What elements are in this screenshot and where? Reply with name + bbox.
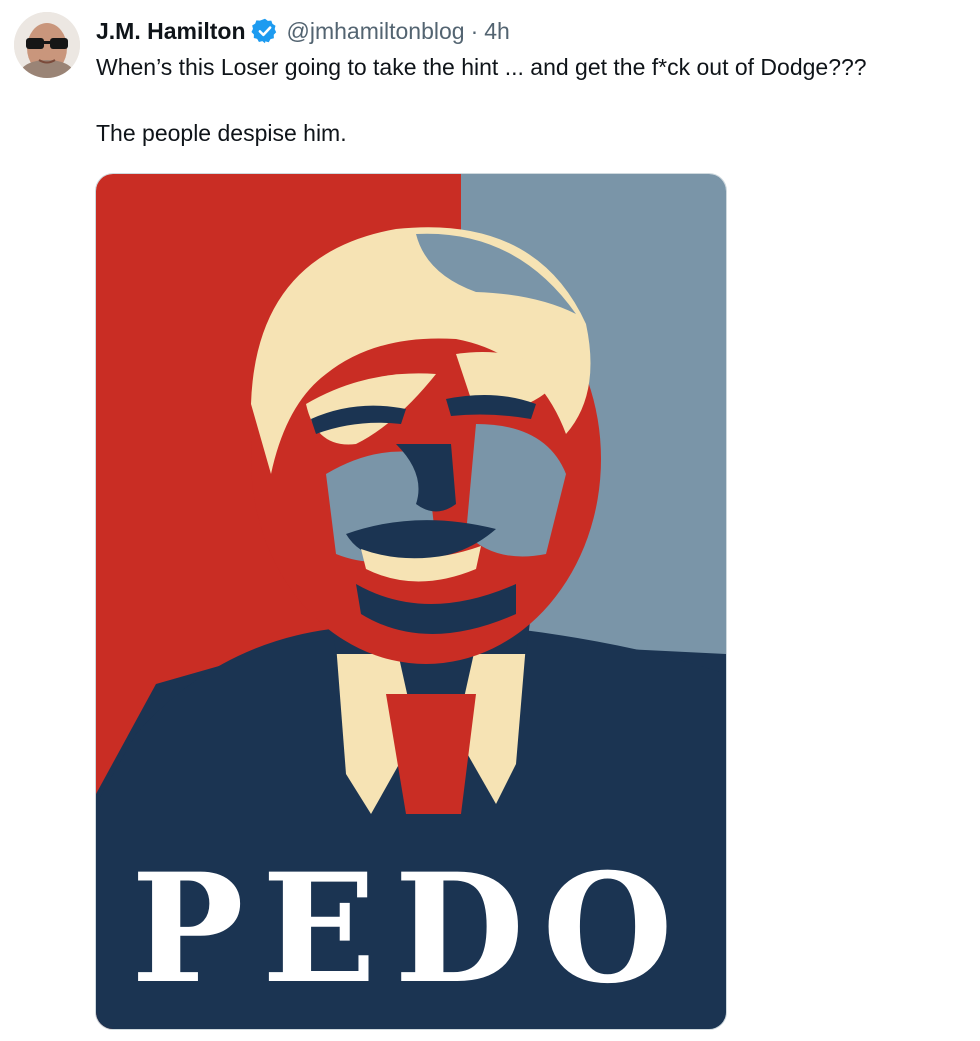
tweet-text-line-1: When’s this Loser going to take the hint…	[96, 54, 867, 80]
tweet-media-image[interactable]: PEDO	[95, 173, 727, 1030]
tweet-header: J.M. Hamilton @jmhamiltonblog · 4h	[96, 16, 510, 46]
avatar-image	[14, 12, 80, 78]
verified-badge-icon	[250, 17, 279, 45]
separator-dot: ·	[470, 17, 479, 44]
tweet[interactable]: J.M. Hamilton @jmhamiltonblog · 4h When’…	[0, 0, 980, 1041]
tweet-timestamp[interactable]: 4h	[484, 18, 510, 45]
author-handle[interactable]: @jmhamiltonblog	[287, 18, 465, 45]
author-name[interactable]: J.M. Hamilton	[96, 18, 246, 45]
avatar[interactable]	[14, 12, 80, 78]
tweet-text-line-2: The people despise him.	[96, 120, 347, 146]
poster-word: PEDO	[131, 841, 691, 1017]
